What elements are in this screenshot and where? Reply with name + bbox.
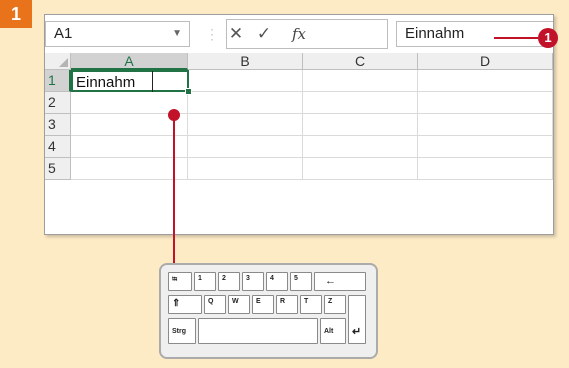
backspace-key: ← (314, 272, 366, 291)
cell-b3[interactable] (188, 114, 303, 136)
callout-number: 1 (538, 28, 558, 48)
key-r: R (276, 295, 298, 314)
callout-line-keyboard (173, 117, 175, 265)
cell-c2[interactable] (303, 92, 418, 114)
cell-c5[interactable] (303, 158, 418, 180)
text-cursor (152, 71, 153, 92)
shift-key: ⇑ (168, 295, 202, 314)
cell-a5[interactable] (71, 158, 188, 180)
tab-key: ⭾ (168, 272, 192, 291)
key-2: 2 (218, 272, 240, 291)
key-w: W (228, 295, 250, 314)
callout-line-formula (494, 37, 538, 39)
key-3: 3 (242, 272, 264, 291)
key-e: E (252, 295, 274, 314)
cell-d1[interactable] (418, 70, 553, 92)
row-header-4[interactable]: 4 (45, 136, 71, 158)
column-header-b[interactable]: B (188, 53, 303, 70)
formula-input[interactable]: Einnahm (396, 21, 553, 47)
spacebar-key (198, 318, 318, 344)
key-t: T (300, 295, 322, 314)
insert-function-icon[interactable]: fx (285, 21, 313, 47)
alt-key: Alt (320, 318, 346, 344)
keyboard-illustration: ⭾ 1 2 3 4 5 ← ⇑ Q W E R T Z Strg Alt ↵ (159, 263, 378, 359)
key-4: 4 (266, 272, 288, 291)
cell-c1[interactable] (303, 70, 418, 92)
select-all-triangle-icon (59, 58, 68, 67)
enter-key: ↵ (348, 313, 366, 344)
column-header-a[interactable]: A (71, 53, 188, 70)
cancel-icon[interactable]: ✕ (223, 21, 249, 47)
row-header-2[interactable]: 2 (45, 92, 71, 114)
enter-key-top (348, 295, 366, 314)
select-all-corner[interactable] (45, 53, 71, 70)
row-header-1[interactable]: 1 (45, 70, 71, 92)
key-z: Z (324, 295, 346, 314)
cell-b5[interactable] (188, 158, 303, 180)
cell-b4[interactable] (188, 136, 303, 158)
cell-b1[interactable] (189, 70, 303, 92)
column-header-c[interactable]: C (303, 53, 418, 70)
column-header-d[interactable]: D (418, 53, 553, 70)
row-header-3[interactable]: 3 (45, 114, 71, 136)
row-header-5[interactable]: 5 (45, 158, 71, 180)
cell-d3[interactable] (418, 114, 553, 136)
cell-a4[interactable] (71, 136, 188, 158)
excel-window: A1 ▼ ⋮ ✕ ✓ fx Einnahm A B C D 1 2 3 4 5 … (44, 14, 554, 235)
key-q: Q (204, 295, 226, 314)
fill-handle[interactable] (185, 88, 192, 95)
ctrl-key: Strg (168, 318, 196, 344)
step-number-badge: 1 (0, 0, 32, 28)
name-box-value: A1 (54, 25, 73, 42)
cell-c3[interactable] (303, 114, 418, 136)
key-5: 5 (290, 272, 312, 291)
cell-d5[interactable] (418, 158, 553, 180)
cell-d2[interactable] (418, 92, 553, 114)
chevron-down-icon[interactable]: ▼ (172, 22, 182, 46)
key-1: 1 (194, 272, 216, 291)
formula-bar-separator: ⋮ (205, 26, 219, 42)
enter-check-icon[interactable]: ✓ (251, 21, 277, 47)
name-box[interactable]: A1 ▼ (45, 21, 190, 47)
cell-d4[interactable] (418, 136, 553, 158)
formula-bar: A1 ▼ ⋮ ✕ ✓ fx Einnahm (45, 15, 553, 54)
cell-c4[interactable] (303, 136, 418, 158)
cell-b2[interactable] (188, 92, 303, 114)
cell-a1[interactable]: Einnahm (71, 70, 189, 92)
